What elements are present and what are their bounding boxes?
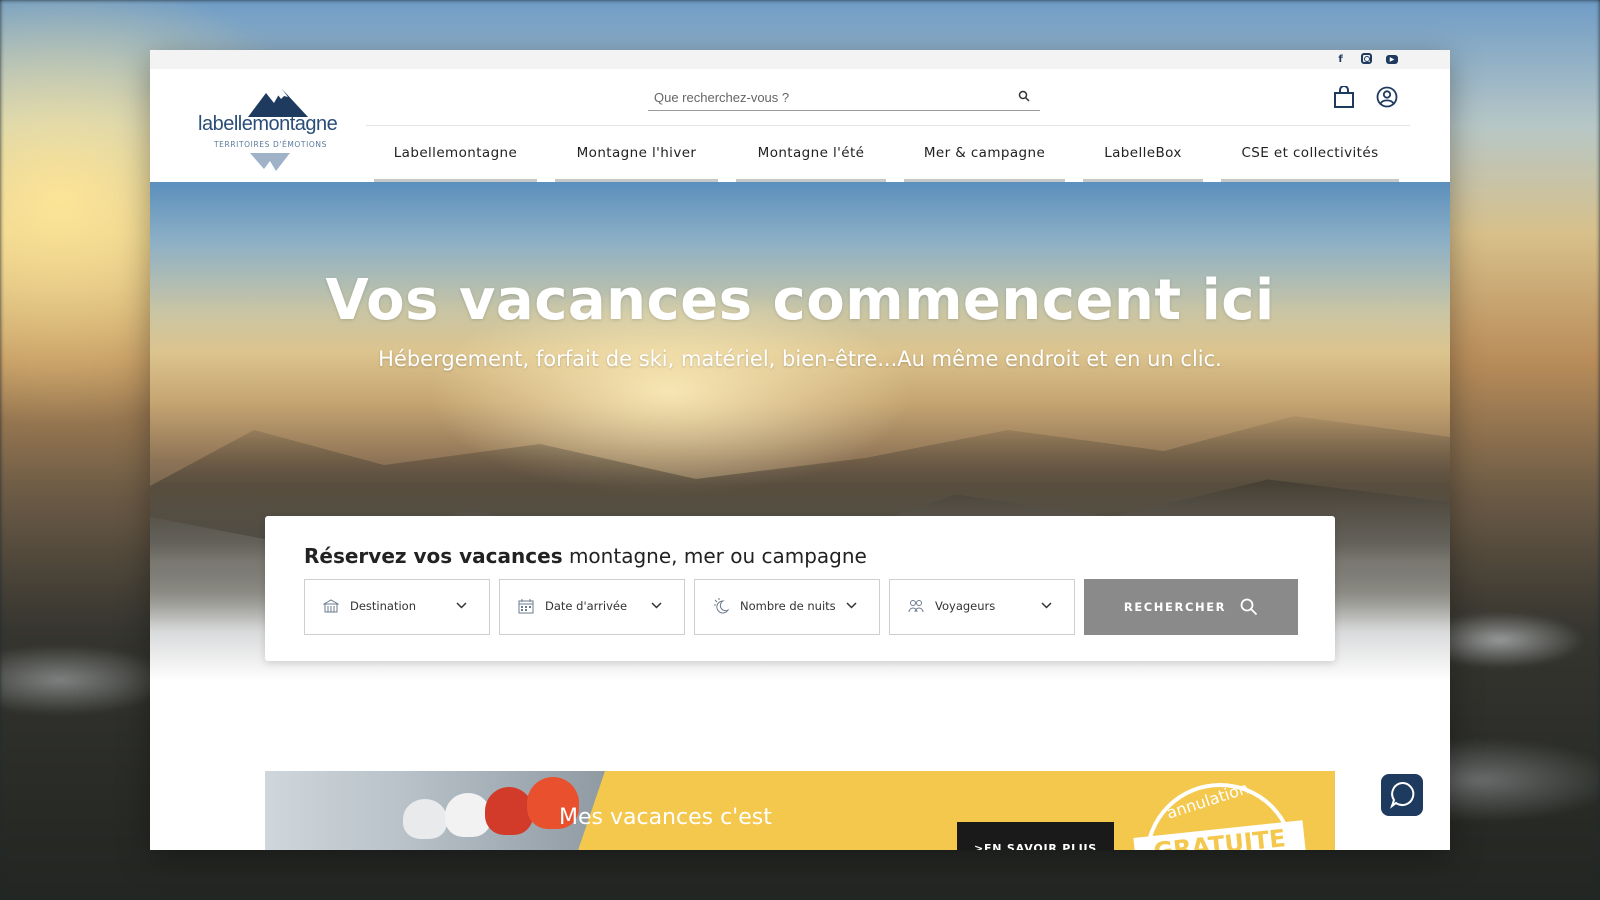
chevron-down-icon bbox=[651, 602, 662, 609]
arrival-date-select[interactable]: Date d'arrivée bbox=[499, 579, 685, 635]
chat-bubble-icon bbox=[1390, 781, 1415, 809]
chat-button[interactable] bbox=[1381, 774, 1423, 816]
instagram-icon[interactable] bbox=[1361, 53, 1372, 64]
social-topbar: f ▶ bbox=[150, 50, 1450, 69]
facebook-icon[interactable]: f bbox=[1334, 53, 1347, 66]
nav-item-labellemontagne[interactable]: Labellemontagne bbox=[374, 126, 537, 182]
nav-item-montagne-hiver[interactable]: Montagne l'hiver bbox=[555, 126, 718, 182]
rechercher-label: RECHERCHER bbox=[1123, 600, 1227, 614]
search-input[interactable] bbox=[648, 84, 988, 110]
calendar-icon bbox=[518, 599, 534, 614]
promo-text: Mes vacances c'est bbox=[559, 805, 772, 830]
search-icon bbox=[1240, 598, 1258, 616]
nav-item-montagne-ete[interactable]: Montagne l'été bbox=[736, 126, 886, 182]
chevron-down-icon bbox=[456, 602, 467, 609]
booking-title: Réservez vos vacances montagne, mer ou c… bbox=[304, 544, 867, 568]
moon-icon bbox=[714, 598, 730, 614]
booking-panel: Réservez vos vacances montagne, mer ou c… bbox=[265, 516, 1335, 661]
helmet-image bbox=[485, 787, 533, 835]
promo-banner[interactable]: Mes vacances c'est >EN SAVOIR PLUS annul… bbox=[265, 771, 1335, 850]
search-icon[interactable] bbox=[1018, 90, 1030, 102]
travelers-icon bbox=[908, 600, 924, 613]
site-header: labellemontagne TERRITOIRES D'ÉMOTIONS L… bbox=[150, 69, 1450, 182]
destination-label: Destination bbox=[350, 599, 416, 613]
nights-select[interactable]: Nombre de nuits bbox=[694, 579, 880, 635]
mountain-reflection-icon bbox=[250, 153, 290, 171]
brand-logo[interactable]: labellemontagne TERRITOIRES D'ÉMOTIONS bbox=[198, 83, 340, 175]
travelers-select[interactable]: Voyageurs bbox=[889, 579, 1075, 635]
rechercher-button[interactable]: RECHERCHER bbox=[1084, 579, 1298, 635]
chevron-down-icon bbox=[846, 602, 857, 609]
nav-item-cse[interactable]: CSE et collectivités bbox=[1221, 126, 1399, 182]
helmet-image bbox=[403, 799, 447, 839]
booking-title-bold: Réservez vos vacances bbox=[304, 544, 563, 568]
nights-label: Nombre de nuits bbox=[740, 599, 836, 613]
building-icon bbox=[323, 599, 339, 613]
brand-tagline: TERRITOIRES D'ÉMOTIONS bbox=[214, 140, 327, 149]
youtube-icon[interactable]: ▶ bbox=[1386, 55, 1398, 64]
destination-select[interactable]: Destination bbox=[304, 579, 490, 635]
travelers-label: Voyageurs bbox=[935, 599, 996, 613]
shopping-bag-icon[interactable] bbox=[1333, 86, 1355, 108]
hero-subtitle: Hébergement, forfait de ski, matériel, b… bbox=[378, 347, 1222, 371]
search-bar bbox=[648, 84, 1040, 111]
arrival-date-label: Date d'arrivée bbox=[545, 599, 628, 613]
main-nav: Labellemontagne Montagne l'hiver Montagn… bbox=[374, 126, 1399, 182]
browser-page: f ▶ labellemontagne TERRITOIRES D'ÉMOTIO… bbox=[150, 50, 1450, 850]
chevron-down-icon bbox=[1041, 602, 1052, 609]
booking-fields: Destination Date d'arrivée Nombre de nui… bbox=[304, 579, 1298, 635]
social-links: f ▶ bbox=[1334, 53, 1398, 66]
hero-title: Vos vacances commencent ici bbox=[325, 268, 1275, 333]
booking-title-rest: montagne, mer ou campagne bbox=[562, 544, 867, 568]
nav-item-labellebox[interactable]: LabelleBox bbox=[1083, 126, 1203, 182]
user-account-icon[interactable] bbox=[1376, 86, 1398, 108]
en-savoir-plus-button[interactable]: >EN SAVOIR PLUS bbox=[957, 822, 1114, 850]
skiers-photo bbox=[265, 771, 605, 850]
nav-item-mer-campagne[interactable]: Mer & campagne bbox=[904, 126, 1065, 182]
brand-name: labellemontagne bbox=[198, 113, 338, 135]
